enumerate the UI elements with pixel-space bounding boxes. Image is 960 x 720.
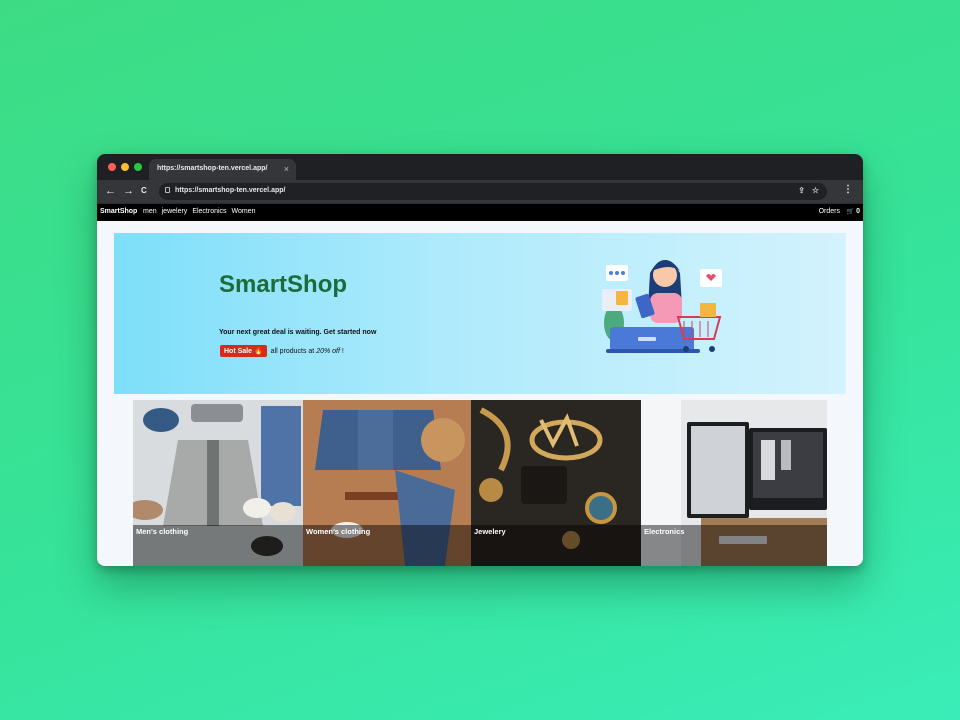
category-card-jewelery[interactable]: Jewelery [471,400,641,566]
share-icon[interactable]: ⇪ [798,186,805,195]
nav-links: men jewelery Electronics Women [143,208,256,215]
title-bar: https://smartshop-ten.vercel.app/ × [97,154,863,180]
category-card-electronics[interactable]: Electronics [641,400,827,566]
browser-tab[interactable]: https://smartshop-ten.vercel.app/ × [149,159,296,180]
reload-icon[interactable]: C [141,184,147,198]
cart-icon: 🛒 [846,209,855,215]
minimize-window-button[interactable] [121,163,129,171]
sale-text: all products at 20% off ! [270,347,344,355]
hot-sale-line: Hot Sale 🔥 all products at 20% off ! [220,345,344,357]
url-text: https://smartshop-ten.vercel.app/ [175,187,286,194]
browser-toolbar: ← → C https://smartshop-ten.vercel.app/ … [97,180,863,204]
cart-count: 0 [856,208,860,215]
hero-title: SmartShop [219,271,348,298]
shopping-illustration [602,260,722,353]
hot-sale-badge: Hot Sale 🔥 [220,345,267,357]
address-bar[interactable]: https://smartshop-ten.vercel.app/ ⇪ ☆ [159,183,827,200]
lock-icon [165,187,170,193]
window-controls [108,163,142,171]
forward-icon[interactable]: → [123,184,134,198]
category-label-women: Women's clothing [303,525,471,566]
maximize-window-button[interactable] [134,163,142,171]
brand-link[interactable]: SmartShop [100,208,137,215]
hero-banner: SmartShop Your next great deal is waitin… [114,233,846,394]
cart-button[interactable]: 🛒 0 [847,208,860,215]
bookmark-star-icon[interactable]: ☆ [812,186,819,195]
category-grid: Men's clothing Women's clothing Jewelery… [133,400,827,566]
close-window-button[interactable] [108,163,116,171]
site-navbar: SmartShop men jewelery Electronics Women… [97,204,863,221]
browser-menu-icon[interactable]: ⋮ [843,185,853,195]
category-card-women[interactable]: Women's clothing [303,400,471,566]
category-card-men[interactable]: Men's clothing [133,400,303,566]
nav-link-women[interactable]: Women [232,208,256,215]
category-label-electronics: Electronics [641,525,827,566]
nav-link-men[interactable]: men [143,208,157,215]
category-label-jewelery: Jewelery [471,525,641,566]
tab-close-icon[interactable]: × [284,164,289,174]
browser-window: https://smartshop-ten.vercel.app/ × ← → … [97,154,863,566]
hero-subtitle: Your next great deal is waiting. Get sta… [219,329,377,336]
category-label-men: Men's clothing [133,525,303,566]
back-icon[interactable]: ← [105,184,116,198]
nav-link-jewelery[interactable]: jewelery [162,208,188,215]
tab-title: https://smartshop-ten.vercel.app/ [157,165,268,172]
orders-link[interactable]: Orders [819,208,840,215]
nav-link-electronics[interactable]: Electronics [192,208,226,215]
